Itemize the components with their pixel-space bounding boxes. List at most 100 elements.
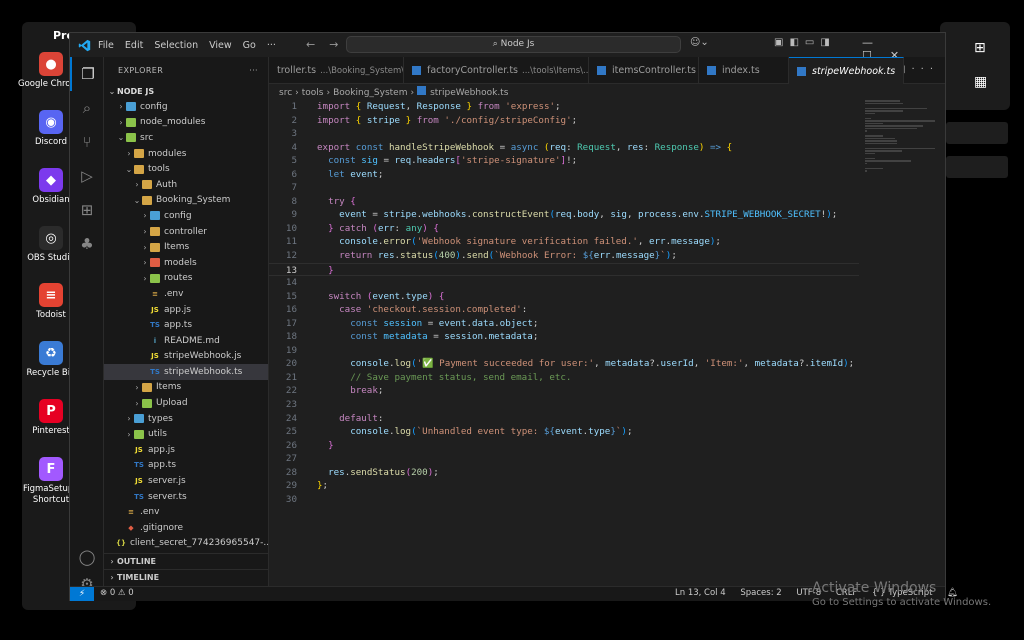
tree-folder[interactable]: › controller xyxy=(104,224,268,240)
tree-file[interactable]: ≡ .env xyxy=(104,286,268,302)
tree-file[interactable]: ≡ .env xyxy=(104,504,268,520)
code-line[interactable]: 16 case 'checkout.session.completed': xyxy=(269,303,859,317)
indentation[interactable]: Spaces: 2 xyxy=(740,588,781,598)
close-icon[interactable]: ✕ xyxy=(903,66,904,77)
new-folder-icon[interactable]: ⊞ xyxy=(974,40,986,56)
run-debug-icon[interactable]: ▷ xyxy=(70,159,104,193)
code-line[interactable]: 7 xyxy=(269,181,859,195)
outline-section[interactable]: › OUTLINE xyxy=(104,553,268,569)
tree-folder[interactable]: › node_modules xyxy=(104,115,268,131)
code-line[interactable]: 12 return res.status(400).send(`Webhook … xyxy=(269,249,859,263)
nav-arrows[interactable]: ← → xyxy=(306,38,338,51)
tree-folder[interactable]: ⌄ tools xyxy=(104,161,268,177)
tree-folder[interactable]: › types xyxy=(104,411,268,427)
code-line[interactable]: 1 import { Request, Response } from 'expr… xyxy=(269,100,859,114)
code-line[interactable]: 24 default: xyxy=(269,412,859,426)
tree-folder[interactable]: › config xyxy=(104,99,268,115)
tree-folder[interactable]: › utils xyxy=(104,426,268,442)
tree-folder[interactable]: › modules xyxy=(104,146,268,162)
code-line[interactable]: 5 const sig = req.headers['stripe-signat… xyxy=(269,154,859,168)
code-line[interactable]: 6 let event; xyxy=(269,168,859,182)
editor-tab[interactable]: stripeWebhook.ts ✕ xyxy=(789,57,904,84)
code-line[interactable]: 14 xyxy=(269,276,859,290)
cursor-position[interactable]: Ln 13, Col 4 xyxy=(675,588,726,598)
code-editor[interactable]: 1 import { Request, Response } from 'expr… xyxy=(269,100,859,506)
code-line[interactable]: 22 break; xyxy=(269,384,859,398)
menu-item[interactable]: Edit xyxy=(125,40,143,51)
menu-item[interactable]: Selection xyxy=(154,40,198,51)
tree-file[interactable]: TS server.ts xyxy=(104,489,268,505)
menu-item[interactable]: View xyxy=(209,40,232,51)
code-line[interactable]: 11 console.error('Webhook signature veri… xyxy=(269,235,859,249)
line-number: 25 xyxy=(285,426,297,438)
tree-folder[interactable]: ⌄ Booking_System xyxy=(104,193,268,209)
code-line[interactable]: 9 event = stripe.webhooks.constructEvent… xyxy=(269,208,859,222)
code-line[interactable]: 13 } xyxy=(269,262,859,277)
code-line[interactable]: 18 const metadata = session.metadata; xyxy=(269,330,859,344)
tree-file[interactable]: TS app.ts xyxy=(104,317,268,333)
tree-file[interactable]: i README.md xyxy=(104,333,268,349)
grid-icon[interactable]: ▦ xyxy=(974,74,987,90)
code-line[interactable]: 27 xyxy=(269,452,859,466)
minimize-icon[interactable]: — xyxy=(862,36,873,49)
tree-folder[interactable]: › Items xyxy=(104,380,268,396)
tree-folder[interactable]: › Auth xyxy=(104,177,268,193)
code-line[interactable]: 15 switch (event.type) { xyxy=(269,290,859,304)
tree-folder[interactable]: › routes xyxy=(104,271,268,287)
tree-file[interactable]: JS server.js xyxy=(104,473,268,489)
editor-tab[interactable]: troller.ts ...\Booking_System\... xyxy=(269,57,404,84)
code-line[interactable]: 20 console.log('✅ Payment succeeded for … xyxy=(269,357,859,371)
breadcrumb-item[interactable]: stripeWebhook.ts xyxy=(430,88,508,98)
breadcrumb-item[interactable]: src xyxy=(279,88,292,98)
timeline-section[interactable]: › TIMELINE xyxy=(104,569,268,585)
tree-file[interactable]: ◆ .gitignore xyxy=(104,520,268,536)
remote-indicator-icon[interactable]: ⚡ xyxy=(70,587,94,601)
python-icon[interactable]: ♣ xyxy=(70,227,104,261)
breadcrumb-item[interactable]: tools xyxy=(302,88,324,98)
code-line[interactable]: 17 const session = event.data.object; xyxy=(269,317,859,331)
code-line[interactable]: 28 res.sendStatus(200); xyxy=(269,466,859,480)
code-line[interactable]: 25 console.log(`Unhandled event type: ${… xyxy=(269,425,859,439)
tree-file[interactable]: TS stripeWebhook.ts xyxy=(104,364,268,380)
code-line[interactable]: 19 xyxy=(269,344,859,358)
tree-file[interactable]: TS app.ts xyxy=(104,458,268,474)
minimap[interactable] xyxy=(865,100,935,172)
code-line[interactable]: 26 } xyxy=(269,439,859,453)
copilot-icon[interactable]: ☺⌄ xyxy=(690,37,709,48)
layout-controls[interactable]: ▣◧▭◨ xyxy=(774,37,836,48)
menu-item[interactable]: ··· xyxy=(267,40,276,51)
code-line[interactable]: 10 } catch (err: any) { xyxy=(269,222,859,236)
command-center-search[interactable]: ⌕ Node Js xyxy=(346,36,681,53)
tree-folder[interactable]: ⌄ src xyxy=(104,130,268,146)
explorer-icon[interactable]: ❐ xyxy=(70,57,104,91)
tree-folder[interactable]: › config xyxy=(104,208,268,224)
more-actions-icon[interactable]: ··· xyxy=(249,66,258,75)
source-control-icon[interactable]: ⑂ xyxy=(70,125,104,159)
problems-count[interactable]: ⊗ 0 ⚠ 0 xyxy=(100,588,134,598)
breadcrumb-item[interactable]: Booking_System xyxy=(333,88,407,98)
menu-item[interactable]: File xyxy=(98,40,114,51)
tree-folder[interactable]: › Upload xyxy=(104,395,268,411)
tree-file[interactable]: JS app.js xyxy=(104,302,268,318)
folder-icon xyxy=(142,398,152,408)
code-line[interactable]: 21 // Save payment status, send email, e… xyxy=(269,371,859,385)
tree-folder[interactable]: › models xyxy=(104,255,268,271)
tree-file[interactable]: {} client_secret_774236965547-... xyxy=(104,536,268,552)
tree-folder[interactable]: › Items xyxy=(104,239,268,255)
code-line[interactable]: 8 try { xyxy=(269,195,859,209)
tree-file[interactable]: JS app.js xyxy=(104,442,268,458)
extensions-icon[interactable]: ⊞ xyxy=(70,193,104,227)
code-line[interactable]: 29}; xyxy=(269,479,859,493)
code-line[interactable]: 3 xyxy=(269,127,859,141)
search-icon[interactable]: ⌕ xyxy=(70,91,104,125)
editor-tab[interactable]: itemsController.ts xyxy=(589,57,699,84)
workspace-root[interactable]: ⌄ NODE JS xyxy=(104,83,268,99)
tree-file[interactable]: JS stripeWebhook.js xyxy=(104,349,268,365)
editor-tab[interactable]: index.ts xyxy=(699,57,789,84)
code-line[interactable]: 30 xyxy=(269,493,859,507)
editor-tab[interactable]: factoryController.ts ...\tools\Items\... xyxy=(404,57,589,84)
code-line[interactable]: 2 import { stripe } from './config/stripe… xyxy=(269,114,859,128)
menu-item[interactable]: Go xyxy=(243,40,256,51)
code-line[interactable]: 23 xyxy=(269,398,859,412)
code-line[interactable]: 4 export const handleStripeWebhook = asyn… xyxy=(269,141,859,155)
